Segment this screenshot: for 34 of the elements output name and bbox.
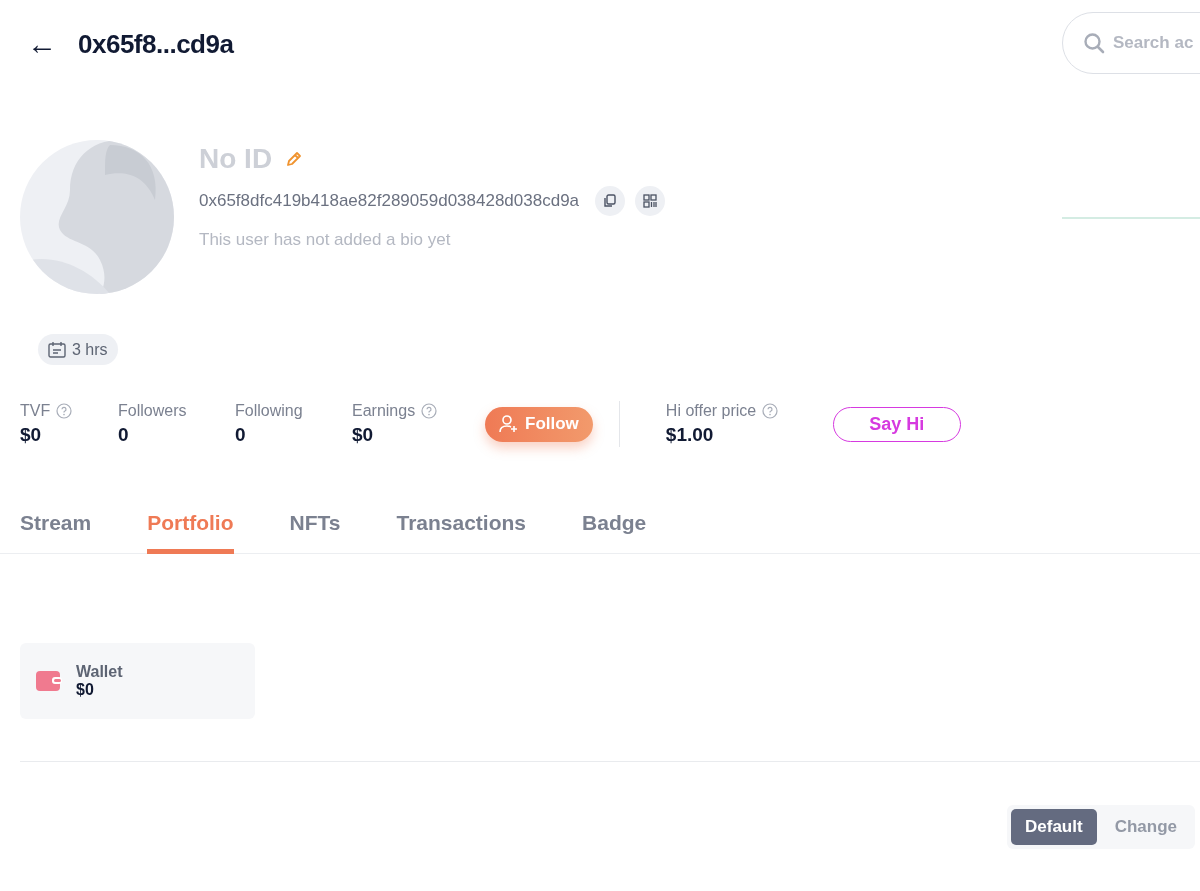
follow-button[interactable]: Follow [485, 406, 593, 442]
add-user-icon [499, 414, 519, 434]
stat-value: $0 [352, 424, 375, 446]
tab[interactable]: Stream [20, 511, 92, 554]
qr-code-button[interactable] [635, 186, 666, 216]
copy-button[interactable] [595, 186, 626, 216]
stat-label: TVF [20, 402, 51, 420]
calendar-icon [48, 341, 66, 358]
search-icon [1083, 32, 1105, 54]
tab[interactable]: Badge [582, 511, 647, 554]
qr-code-icon [643, 194, 658, 208]
stat-value: $1.00 [665, 424, 715, 446]
bio-text: This user has not added a bio yet [199, 230, 452, 250]
stat-label: Earnings [352, 402, 416, 420]
stat-value: $0 [20, 424, 43, 446]
stat-label: Following [235, 402, 303, 420]
toggle-option[interactable]: Default [1011, 809, 1097, 845]
tab[interactable]: Portfolio [147, 511, 234, 554]
wallet-value: $0 [76, 681, 95, 699]
back-button[interactable]: ← [26, 29, 58, 59]
stat-value: 0 [235, 424, 247, 446]
badge-text: 3 hrs [72, 340, 108, 359]
toggle-option[interactable]: Change [1100, 809, 1191, 845]
wallet-address: 0x65f8dfc419b418ae82f289059d038428d038cd9a [199, 191, 580, 211]
stat-label: Followers [118, 402, 187, 420]
tab[interactable]: NFTs [289, 511, 341, 554]
stat-label: Hi offer price [665, 402, 757, 420]
page-title: 0x65f8...cd9a [78, 28, 234, 60]
say-hi-button[interactable]: Say Hi [832, 406, 961, 442]
tab[interactable]: Transactions [396, 511, 527, 554]
wallet-icon [36, 671, 62, 691]
stat-value: 0 [118, 424, 130, 446]
copy-icon [603, 194, 618, 208]
wallet-label: Wallet [76, 663, 123, 681]
